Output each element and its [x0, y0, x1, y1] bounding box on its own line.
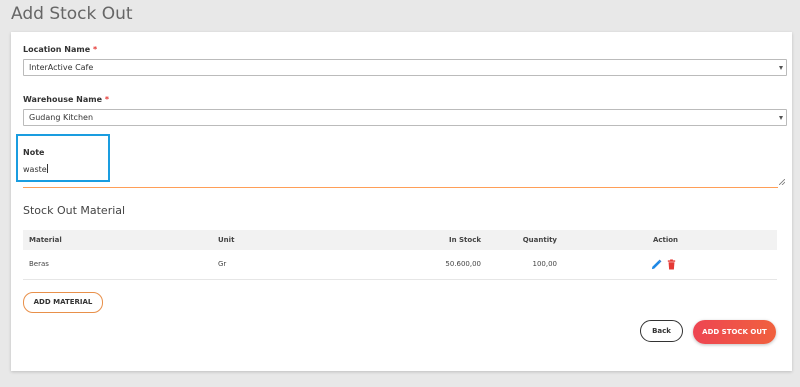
add-material-button[interactable]: ADD MATERIAL [23, 292, 103, 313]
warehouse-label-text: Warehouse Name [23, 95, 103, 104]
warehouse-label: Warehouse Name * [23, 95, 109, 104]
caret-down-icon [779, 116, 783, 120]
table-row: Beras Gr 50.600,00 100,00 [23, 250, 777, 280]
note-textarea[interactable]: Note waste [23, 143, 785, 188]
column-header-unit: Unit [218, 236, 235, 244]
location-label: Location Name * [23, 45, 97, 54]
pencil-icon[interactable] [651, 259, 662, 270]
required-mark: * [104, 95, 110, 104]
cell-quantity: 100,00 [532, 260, 558, 268]
location-select-value: InterActive Cafe [29, 63, 94, 72]
stock-out-form-card: Location Name * InterActive Cafe Warehou… [11, 32, 792, 371]
page-title: Add Stock Out [11, 4, 133, 24]
location-select[interactable]: InterActive Cafe [23, 59, 787, 76]
column-header-in-stock: In Stock [448, 236, 481, 244]
add-stock-out-button[interactable]: ADD STOCK OUT [693, 320, 776, 344]
warehouse-select[interactable]: Gudang Kitchen [23, 109, 787, 126]
trash-icon[interactable] [666, 259, 677, 270]
column-header-quantity: Quantity [522, 236, 557, 244]
cell-unit: Gr [218, 260, 227, 268]
column-header-material: Material [29, 236, 62, 244]
required-mark: * [92, 45, 98, 54]
warehouse-select-value: Gudang Kitchen [29, 113, 94, 122]
resize-handle-icon[interactable] [779, 179, 785, 185]
table-header: Material Unit In Stock Quantity Action [23, 230, 777, 250]
note-highlight-box [16, 134, 110, 182]
section-title: Stock Out Material [23, 204, 126, 217]
back-button[interactable]: Back [640, 320, 683, 342]
caret-down-icon [779, 66, 783, 70]
cell-in-stock: 50.600,00 [445, 260, 481, 268]
cell-material: Beras [29, 260, 49, 268]
column-header-action: Action [652, 236, 679, 244]
location-label-text: Location Name [23, 45, 91, 54]
